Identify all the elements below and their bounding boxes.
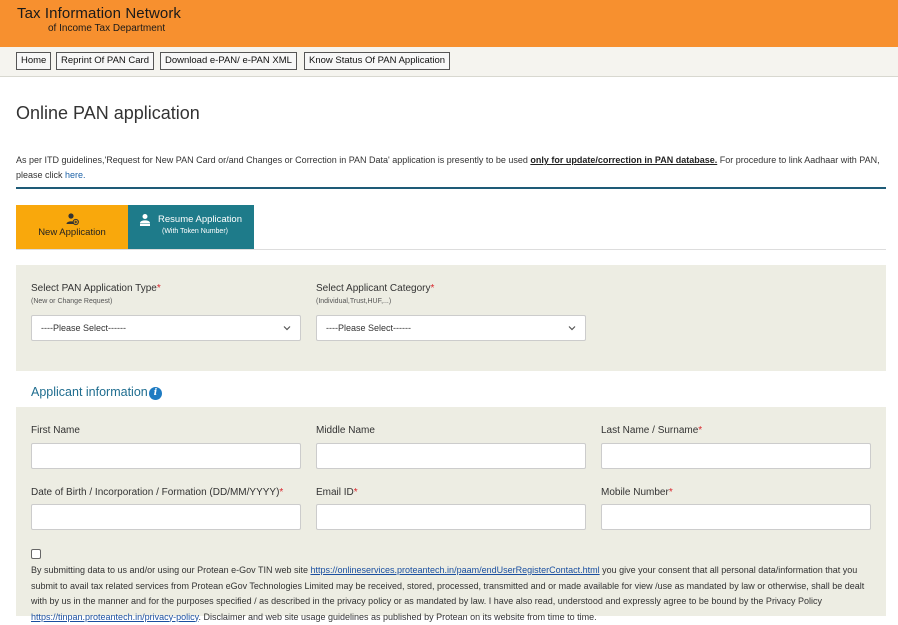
dob-input[interactable] (31, 504, 301, 530)
nav-know-status-button[interactable]: Know Status Of PAN Application (304, 52, 451, 70)
applicant-category-select[interactable]: ----Please Select------ (316, 315, 586, 341)
aadhaar-link-here[interactable]: here. (65, 170, 86, 180)
mobile-label: Mobile Number* (601, 487, 673, 498)
middle-name-label: Middle Name (316, 425, 375, 436)
brand-title: Tax Information Network (17, 5, 182, 22)
pan-type-label: Select PAN Application Type* (31, 283, 161, 294)
mobile-input[interactable] (601, 504, 871, 530)
last-name-label: Last Name / Surname* (601, 425, 703, 436)
tab-resume-sub: (With Token Number) (161, 228, 228, 235)
middle-name-input[interactable] (316, 443, 586, 469)
chevron-down-icon (568, 326, 576, 331)
first-name-input[interactable] (31, 443, 301, 469)
page-title: Online PAN application (16, 103, 200, 123)
consent-register-link[interactable]: https://onlineservices.proteantech.in/pa… (310, 565, 599, 575)
applicant-info-heading: Applicant information (31, 385, 148, 399)
tab-resume-application[interactable]: Resume Application (With Token Number) (128, 205, 254, 249)
user-add-icon (66, 213, 79, 226)
tab-new-label: New Application (38, 227, 106, 238)
applicant-category-select-value: ----Please Select------ (326, 323, 412, 333)
top-navbar: Home Reprint Of PAN Card Download e-PAN/… (0, 47, 898, 77)
notice-bold-text: only for update/correction in PAN databa… (530, 155, 718, 165)
tab-underline (16, 249, 886, 250)
pan-type-select[interactable]: ----Please Select------ (31, 315, 301, 341)
itd-notice: As per ITD guidelines,'Request for New P… (16, 153, 882, 183)
brand-subtitle: of Income Tax Department (48, 23, 166, 34)
nav-home-button[interactable]: Home (16, 52, 52, 70)
privacy-policy-link[interactable]: https://tinpan.proteantech.in/privacy-po… (31, 612, 198, 622)
user-resume-icon (140, 214, 150, 226)
section-divider (16, 187, 886, 189)
applicant-category-label: Select Applicant Category* (316, 283, 435, 294)
dob-label: Date of Birth / Incorporation / Formatio… (31, 487, 284, 498)
consent-checkbox[interactable] (31, 549, 41, 559)
notice-text-pre: As per ITD guidelines,'Request for New P… (16, 155, 531, 165)
first-name-label: First Name (31, 425, 80, 436)
nav-reprint-button[interactable]: Reprint Of PAN Card (56, 52, 154, 70)
site-header: Tax Information Network of Income Tax De… (0, 0, 898, 47)
applicant-category-hint: (Individual,Trust,HUF,...) (316, 298, 392, 305)
pan-type-select-value: ----Please Select------ (41, 323, 127, 333)
info-icon[interactable]: i (149, 387, 162, 400)
last-name-input[interactable] (601, 443, 871, 469)
email-label: Email ID* (316, 487, 358, 498)
email-input[interactable] (316, 504, 586, 530)
nav-download-epan-button[interactable]: Download e-PAN/ e-PAN XML (160, 52, 297, 70)
pan-type-hint: (New or Change Request) (31, 298, 113, 305)
tab-new-application[interactable]: New Application (16, 205, 128, 249)
chevron-down-icon (283, 326, 291, 331)
